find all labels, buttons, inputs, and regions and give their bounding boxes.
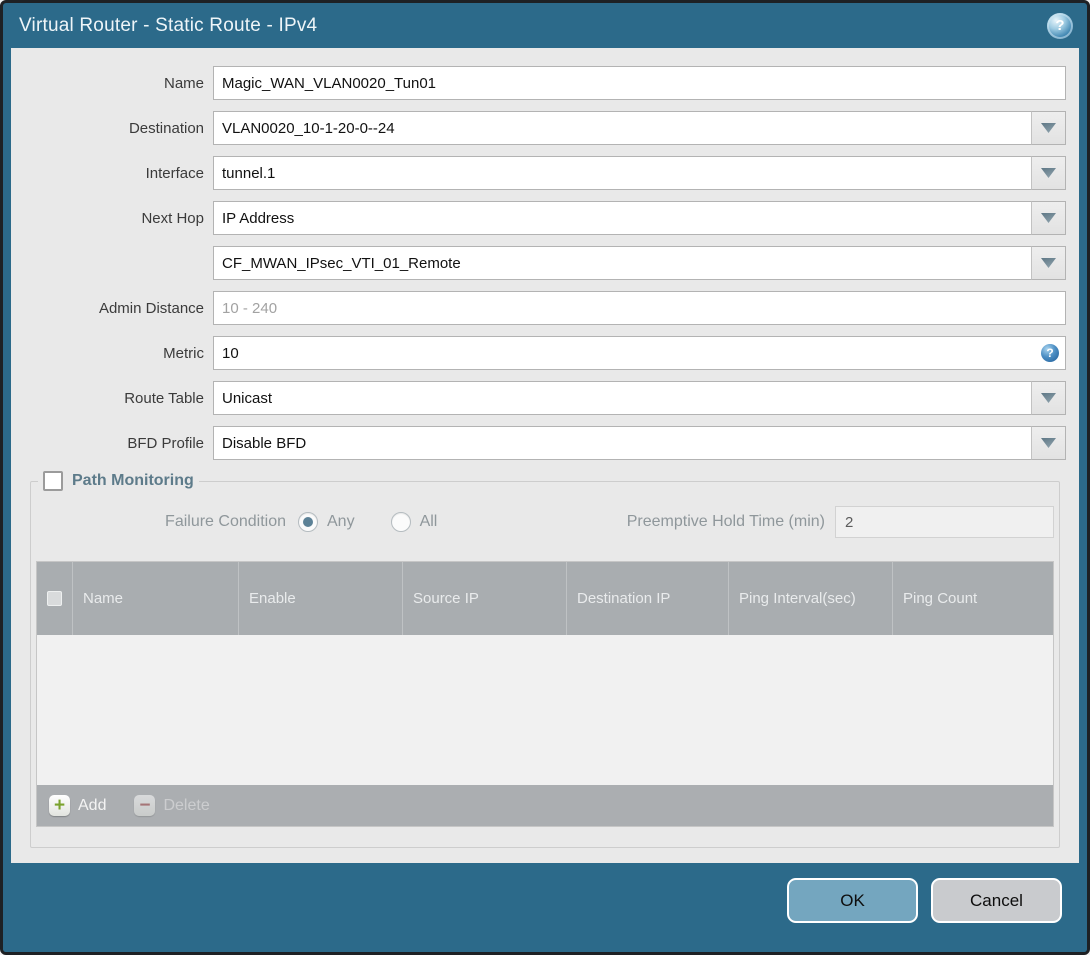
- bfd-profile-label: BFD Profile: [127, 434, 204, 452]
- minus-icon: −: [134, 795, 156, 816]
- next-hop-type-input[interactable]: [213, 201, 1031, 235]
- preemptive-hold-time-label: Preemptive Hold Time (min): [626, 513, 825, 530]
- radio-any[interactable]: [298, 512, 318, 532]
- path-monitoring-title: Path Monitoring: [72, 472, 194, 489]
- form-row-interface: Interface: [11, 156, 1079, 190]
- next-hop-value-input[interactable]: [213, 246, 1031, 280]
- destination-label: Destination: [128, 119, 204, 137]
- metric-help-icon[interactable]: ?: [1041, 344, 1059, 362]
- next-hop-value-dropdown-trigger[interactable]: [1031, 246, 1066, 280]
- interface-dropdown-trigger[interactable]: [1031, 156, 1066, 190]
- destination-input[interactable]: [213, 111, 1031, 145]
- table-body-empty: [37, 635, 1053, 785]
- table-toolbar: + Add − Delete: [37, 785, 1053, 826]
- form-row-metric: Metric ?: [11, 336, 1079, 370]
- column-header-enable[interactable]: Enable: [239, 562, 403, 635]
- radio-all[interactable]: [390, 512, 411, 532]
- next-hop-label: Next Hop: [141, 209, 204, 227]
- radio-any-label: Any: [327, 513, 355, 530]
- radio-all-label: All: [419, 513, 438, 530]
- static-route-dialog: Virtual Router - Static Route - IPv4 ? N…: [0, 0, 1090, 955]
- route-table-dropdown-trigger[interactable]: [1031, 381, 1066, 415]
- plus-icon: +: [49, 795, 70, 816]
- chevron-down-icon: [1041, 438, 1056, 448]
- title-bar: Virtual Router - Static Route - IPv4 ?: [3, 3, 1087, 48]
- column-header-ping-count[interactable]: Ping Count: [893, 562, 1053, 635]
- ok-button[interactable]: OK: [787, 878, 918, 923]
- failure-condition-row: Failure Condition Any All Preemptive Hol…: [36, 505, 1054, 539]
- column-header-name[interactable]: Name: [73, 562, 239, 635]
- interface-label: Interface: [145, 164, 204, 182]
- column-header-destination-ip[interactable]: Destination IP: [567, 562, 729, 635]
- add-button[interactable]: + Add: [49, 795, 106, 816]
- destination-dropdown-trigger[interactable]: [1031, 111, 1066, 145]
- metric-input[interactable]: [213, 336, 1066, 370]
- bfd-profile-dropdown-trigger[interactable]: [1031, 426, 1066, 460]
- form-row-destination: Destination: [11, 111, 1079, 145]
- dialog-body: Name Destination Interface: [11, 48, 1079, 863]
- cancel-button[interactable]: Cancel: [931, 878, 1062, 923]
- form-row-next-hop-value: [11, 246, 1079, 280]
- column-header-ping-interval[interactable]: Ping Interval(sec): [729, 562, 893, 635]
- help-icon[interactable]: ?: [1047, 12, 1073, 39]
- preemptive-hold-time-input[interactable]: [835, 506, 1054, 538]
- delete-button-label: Delete: [163, 796, 210, 814]
- dialog-footer: OK Cancel: [3, 863, 1087, 952]
- admin-distance-input[interactable]: [213, 291, 1066, 325]
- form-row-bfd-profile: BFD Profile: [11, 426, 1079, 460]
- bfd-profile-input[interactable]: [213, 426, 1031, 460]
- name-input[interactable]: [213, 66, 1066, 100]
- dialog-title: Virtual Router - Static Route - IPv4: [19, 14, 318, 36]
- name-label: Name: [163, 74, 204, 92]
- table-header-row: Name Enable Source IP Destination IP Pin…: [37, 562, 1053, 635]
- column-header-source-ip[interactable]: Source IP: [403, 562, 567, 635]
- interface-input[interactable]: [213, 156, 1031, 190]
- chevron-down-icon: [1041, 393, 1056, 403]
- form-row-name: Name: [11, 66, 1079, 100]
- admin-distance-label: Admin Distance: [98, 299, 204, 317]
- chevron-down-icon: [1041, 123, 1056, 133]
- path-monitoring-table: Name Enable Source IP Destination IP Pin…: [36, 561, 1054, 827]
- chevron-down-icon: [1041, 258, 1056, 268]
- chevron-down-icon: [1041, 213, 1056, 223]
- route-table-input[interactable]: [213, 381, 1031, 415]
- route-table-label: Route Table: [124, 389, 204, 407]
- metric-label: Metric: [163, 344, 204, 362]
- delete-button[interactable]: − Delete: [134, 795, 210, 816]
- next-hop-type-dropdown-trigger[interactable]: [1031, 201, 1066, 235]
- failure-condition-label: Failure Condition: [165, 513, 286, 530]
- form-row-admin-distance: Admin Distance: [11, 291, 1079, 325]
- select-all-checkbox[interactable]: [47, 591, 62, 606]
- chevron-down-icon: [1041, 168, 1056, 178]
- form-row-next-hop: Next Hop: [11, 201, 1079, 235]
- add-button-label: Add: [78, 796, 107, 814]
- path-monitoring-section: Path Monitoring Failure Condition Any Al…: [30, 471, 1060, 848]
- path-monitoring-legend: Path Monitoring: [38, 471, 199, 491]
- path-monitoring-checkbox[interactable]: [43, 471, 63, 491]
- form-row-route-table: Route Table: [11, 381, 1079, 415]
